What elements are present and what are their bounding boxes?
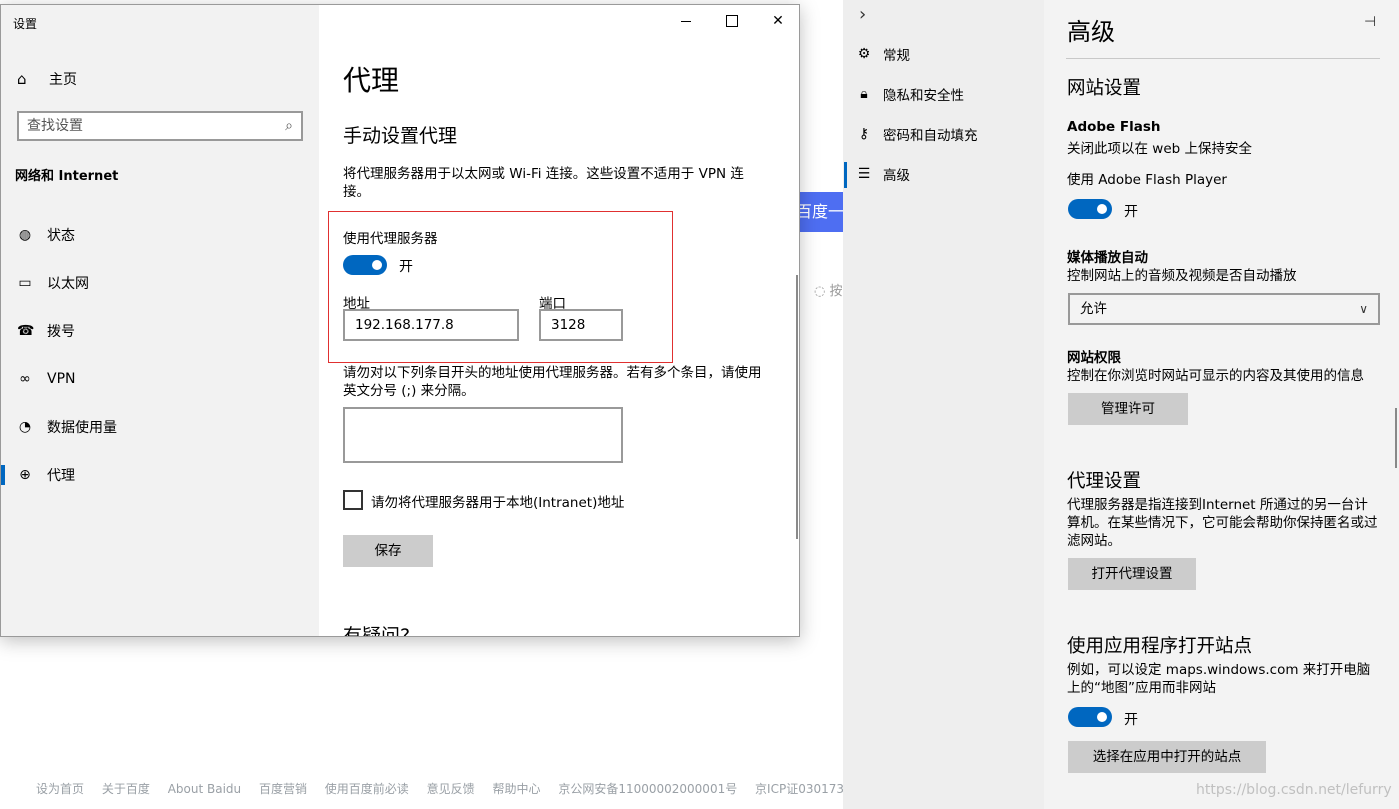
open-in-app-description: 例如，可以设定 maps.windows.com 来打开电脑上的“地图”应用而非… (1067, 662, 1371, 696)
sidebar-item-status[interactable]: ◍ 状态 (1, 215, 319, 255)
toggle-state-label: 开 (1124, 204, 1138, 220)
chevron-right-icon[interactable]: › (859, 4, 866, 25)
sidebar-item-label: 以太网 (47, 276, 89, 292)
sidebar-home[interactable]: ⌂ 主页 (17, 69, 77, 89)
scrollbar[interactable] (1395, 408, 1397, 468)
search-placeholder: 查找设置 (27, 118, 83, 134)
sidebar-item-proxy[interactable]: ⊕ 代理 (1, 455, 319, 495)
ethernet-icon: ▭ (18, 275, 32, 291)
flash-toggle[interactable] (1068, 199, 1112, 219)
autoplay-heading: 媒体播放自动 (1067, 250, 1148, 266)
autoplay-description: 控制网站上的音频及视频是否自动播放 (1067, 268, 1297, 284)
page-title: 高级 (1067, 18, 1115, 46)
website-settings-heading: 网站设置 (1067, 78, 1142, 99)
page-title: 代理 (343, 64, 400, 97)
baidu-footer: 设为首页 关于百度 About Baidu 百度营销 使用百度前必读 意见反馈 … (36, 780, 870, 797)
permissions-heading: 网站权限 (1067, 350, 1121, 366)
globe-status-icon: ◍ (18, 227, 32, 243)
divider (1066, 58, 1380, 59)
chevron-down-icon: ∨ (1359, 302, 1368, 316)
search-icon: ⌕ (285, 118, 293, 134)
edge-nav-passwords[interactable]: ⚷ 密码和自动填充 (843, 114, 1044, 154)
globe-icon: ⊕ (19, 467, 31, 483)
flash-player-label: 使用 Adobe Flash Player (1067, 172, 1227, 188)
sidebar-item-label: VPN (47, 371, 76, 387)
autoplay-selected-value: 允许 (1080, 301, 1107, 317)
vpn-icon: ∞ (19, 371, 31, 387)
autoplay-select[interactable]: 允许 ∨ (1068, 293, 1380, 325)
dialup-icon: ☎ (17, 323, 35, 339)
proxy-settings-heading: 代理设置 (1067, 471, 1142, 492)
section-heading: 手动设置代理 (343, 125, 458, 147)
exceptions-description: 请勿对以下列条目开头的地址使用代理服务器。若有多个条目，请使用英文分号 (;) … (343, 365, 762, 399)
annotation-highlight-box (328, 211, 673, 363)
footer-link[interactable]: About Baidu (168, 782, 241, 796)
footer-link[interactable]: 设为首页 (36, 782, 84, 796)
manage-permissions-button[interactable]: 管理许可 (1068, 393, 1188, 425)
sidebar-home-label: 主页 (49, 72, 77, 88)
edge-nav-label: 常规 (883, 48, 910, 64)
flash-heading: Adobe Flash (1067, 119, 1161, 135)
settings-sidebar: 设置 ⌂ 主页 查找设置 ⌕ 网络和 Internet ◍ 状态 ▭ 以太网 ☎… (1, 5, 319, 636)
sidebar-item-ethernet[interactable]: ▭ 以太网 (1, 263, 319, 303)
footer-link[interactable]: 京公网安备11000002000001号 (558, 782, 737, 796)
toggle-state-label: 开 (1124, 712, 1138, 728)
data-usage-icon: ◔ (18, 419, 32, 435)
footer-link[interactable]: 意见反馈 (427, 782, 475, 796)
sidebar-item-data-usage[interactable]: ◔ 数据使用量 (1, 407, 319, 447)
bypass-local-checkbox[interactable] (343, 490, 363, 510)
window-title: 设置 (13, 17, 38, 31)
proxy-description: 将代理服务器用于以太网或 Wi-Fi 连接。这些设置不适用于 VPN 连接。 (343, 166, 744, 200)
edge-nav-general[interactable]: ⚙ 常规 (843, 34, 1044, 74)
footer-link[interactable]: 使用百度前必读 (325, 782, 409, 796)
sliders-icon: ☰ (857, 166, 871, 182)
loading-text: 按 (829, 284, 843, 299)
exceptions-textarea[interactable] (343, 407, 623, 463)
faq-heading: 有疑问? (343, 625, 411, 637)
permissions-description: 控制在你浏览时网站可显示的内容及其使用的信息 (1067, 368, 1364, 384)
choose-sites-button[interactable]: 选择在应用中打开的站点 (1068, 741, 1266, 773)
edge-nav-label: 密码和自动填充 (883, 128, 978, 144)
footer-link[interactable]: 关于百度 (102, 782, 150, 796)
proxy-description: 代理服务器是指连接到Internet 所通过的另一台计算机。在某些情况下，它可能… (1067, 497, 1378, 549)
footer-link[interactable]: 京ICP证030173号 (755, 782, 856, 796)
footer-link[interactable]: 帮助中心 (492, 782, 540, 796)
edge-advanced-settings: 高级 ⊣ 网站设置 Adobe Flash 关闭此项以在 web 上保持安全 使… (1044, 0, 1399, 809)
edge-nav-label: 高级 (883, 168, 910, 184)
flash-description: 关闭此项以在 web 上保持安全 (1067, 141, 1252, 157)
pin-icon[interactable]: ⊣ (1364, 14, 1376, 30)
sidebar-section-title: 网络和 Internet (15, 169, 119, 184)
open-proxy-settings-button[interactable]: 打开代理设置 (1068, 558, 1196, 590)
open-in-app-toggle[interactable] (1068, 707, 1112, 727)
edge-nav-privacy[interactable]: 🔒︎ 隐私和安全性 (843, 74, 1044, 114)
edge-settings-nav: › ⚙ 常规 🔒︎ 隐私和安全性 ⚷ 密码和自动填充 ☰ 高级 (843, 0, 1044, 809)
watermark: https://blog.csdn.net/lefurry (1196, 782, 1392, 798)
edge-nav-advanced[interactable]: ☰ 高级 (843, 154, 1044, 194)
home-icon: ⌂ (17, 70, 27, 88)
sidebar-item-vpn[interactable]: ∞ VPN (1, 359, 319, 399)
open-in-app-heading: 使用应用程序打开站点 (1067, 636, 1253, 657)
bypass-local-label: 请勿将代理服务器用于本地(Intranet)地址 (371, 495, 625, 511)
edge-nav-label: 隐私和安全性 (883, 88, 964, 104)
sidebar-item-dialup[interactable]: ☎ 拨号 (1, 311, 319, 351)
scrollbar[interactable] (796, 275, 798, 539)
loading-spinner-icon: ◌ (814, 284, 826, 299)
loading-indicator: ◌ 按 (814, 280, 843, 299)
gear-icon: ⚙ (857, 46, 871, 62)
lock-icon: 🔒︎ (860, 86, 868, 102)
sidebar-item-label: 数据使用量 (47, 420, 117, 436)
footer-link[interactable]: 百度营销 (259, 782, 307, 796)
save-button[interactable]: 保存 (343, 535, 433, 567)
key-icon: ⚷ (858, 126, 870, 142)
search-input[interactable]: 查找设置 ⌕ (17, 111, 303, 141)
sidebar-item-label: 状态 (47, 228, 75, 244)
sidebar-item-label: 拨号 (47, 324, 75, 340)
sidebar-item-label: 代理 (47, 468, 75, 484)
